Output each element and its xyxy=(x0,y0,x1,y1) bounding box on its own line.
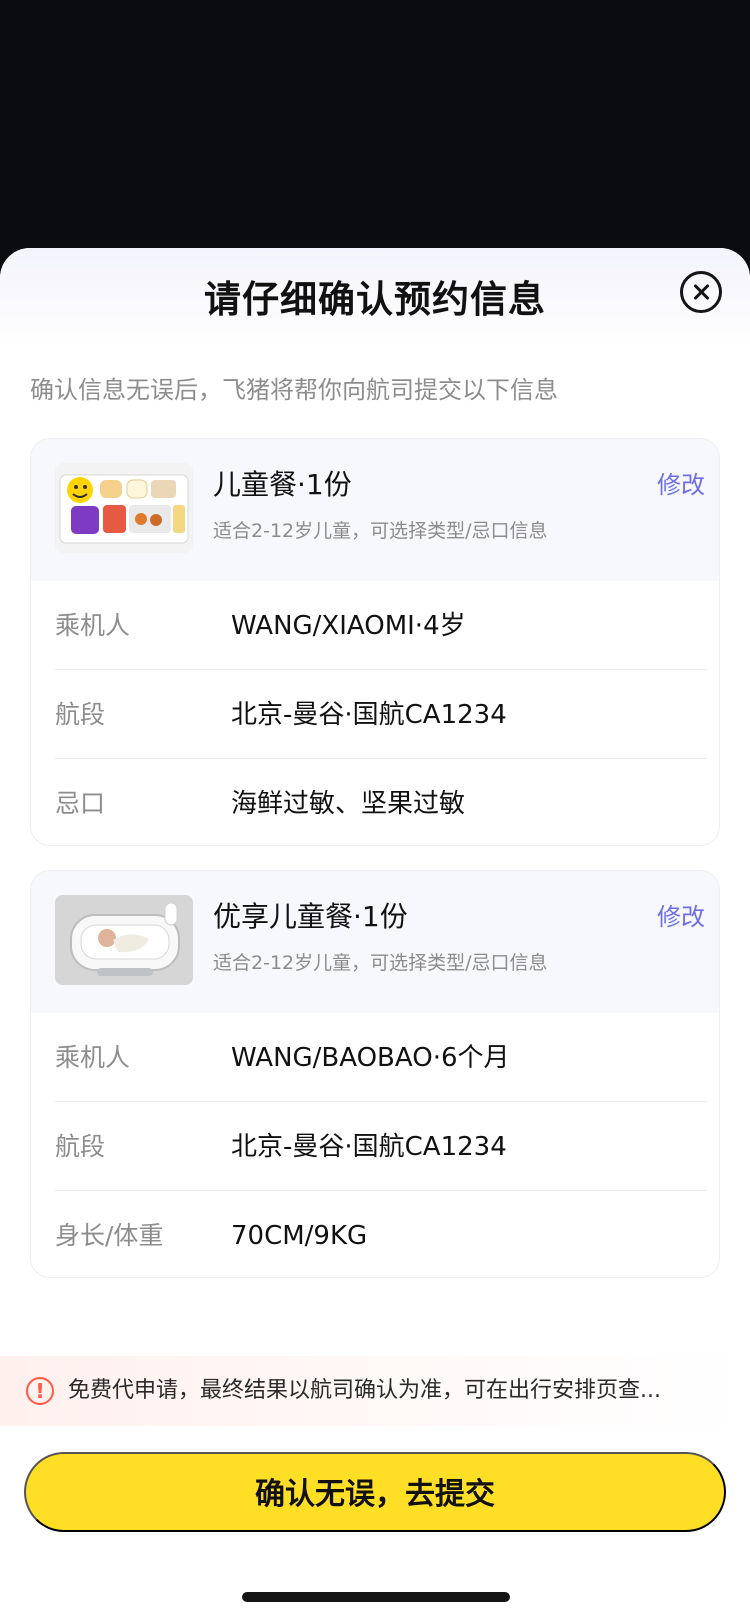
flight-value: 北京-曼谷·国航CA1234 xyxy=(231,1132,507,1162)
height-weight-row: 身长/体重 70CM/9KG xyxy=(55,1191,707,1277)
height-weight-value: 70CM/9KG xyxy=(231,1221,368,1251)
flight-row: 航段 北京-曼谷·国航CA1234 xyxy=(55,1102,707,1191)
edit-link[interactable]: 修改 xyxy=(657,467,705,503)
meal-title: 儿童餐·1份 xyxy=(213,468,352,501)
allergy-value: 海鲜过敏、坚果过敏 xyxy=(231,789,466,819)
notice-text: 免费代申请，最终结果以航司确认为准，可在出行安排页查... xyxy=(68,1378,661,1403)
passenger-row: 乘机人 WANG/BAOBAO·6个月 xyxy=(55,1013,707,1102)
flight-row: 航段 北京-曼谷·国航CA1234 xyxy=(55,670,707,759)
height-weight-label: 身长/体重 xyxy=(55,1221,164,1250)
passenger-row: 乘机人 WANG/XIAOMI·4岁 xyxy=(55,581,707,670)
allergy-row: 忌口 海鲜过敏、坚果过敏 xyxy=(55,759,707,845)
meal-description: 适合2-12岁儿童，可选择类型/忌口信息 xyxy=(213,952,548,974)
meal-title: 优享儿童餐·1份 xyxy=(213,900,408,933)
submit-button[interactable]: 确认无误，去提交 xyxy=(24,1452,726,1532)
flight-label: 航段 xyxy=(55,700,106,729)
passenger-value: WANG/BAOBAO·6个月 xyxy=(231,1043,510,1073)
meal-info-list: 乘机人 WANG/XIAOMI·4岁 航段 北京-曼谷·国航CA1234 忌口 … xyxy=(31,581,719,845)
meal-description: 适合2-12岁儿童，可选择类型/忌口信息 xyxy=(213,520,548,542)
kids-meal-image xyxy=(55,463,193,553)
sheet-subtitle: 确认信息无误后，飞猪将帮你向航司提交以下信息 xyxy=(30,376,558,404)
allergy-label: 忌口 xyxy=(55,789,106,818)
meal-card-kids: 儿童餐·1份 适合2-12岁儿童，可选择类型/忌口信息 修改 乘机人 WANG/… xyxy=(30,438,720,846)
flight-label: 航段 xyxy=(55,1132,106,1161)
passenger-label: 乘机人 xyxy=(55,611,131,640)
warning-icon: ! xyxy=(26,1377,54,1405)
sheet-header: 请仔细确认预约信息 xyxy=(0,248,750,348)
edit-link[interactable]: 修改 xyxy=(657,899,705,935)
sheet-title: 请仔细确认预约信息 xyxy=(204,278,546,321)
passenger-label: 乘机人 xyxy=(55,1043,131,1072)
meal-card-header: 儿童餐·1份 适合2-12岁儿童，可选择类型/忌口信息 修改 xyxy=(31,439,719,581)
meal-card-premium-kids: 优享儿童餐·1份 适合2-12岁儿童，可选择类型/忌口信息 修改 乘机人 WAN… xyxy=(30,870,720,1278)
app-screen: 请仔细确认预约信息 确认信息无误后，飞猪将帮你向航司提交以下信息 儿童餐·1份 … xyxy=(0,0,750,1624)
meal-card-header: 优享儿童餐·1份 适合2-12岁儿童，可选择类型/忌口信息 修改 xyxy=(31,871,719,1013)
close-icon xyxy=(691,282,711,302)
meal-info-list: 乘机人 WANG/BAOBAO·6个月 航段 北京-曼谷·国航CA1234 身长… xyxy=(31,1013,719,1277)
confirmation-sheet: 请仔细确认预约信息 确认信息无误后，飞猪将帮你向航司提交以下信息 儿童餐·1份 … xyxy=(0,248,750,1624)
close-button[interactable] xyxy=(680,271,722,313)
notice-bar: ! 免费代申请，最终结果以航司确认为准，可在出行安排页查... xyxy=(0,1356,750,1426)
flight-value: 北京-曼谷·国航CA1234 xyxy=(231,700,507,730)
baby-bassinet-image xyxy=(55,895,193,985)
passenger-value: WANG/XIAOMI·4岁 xyxy=(231,611,466,641)
home-indicator xyxy=(242,1592,510,1602)
